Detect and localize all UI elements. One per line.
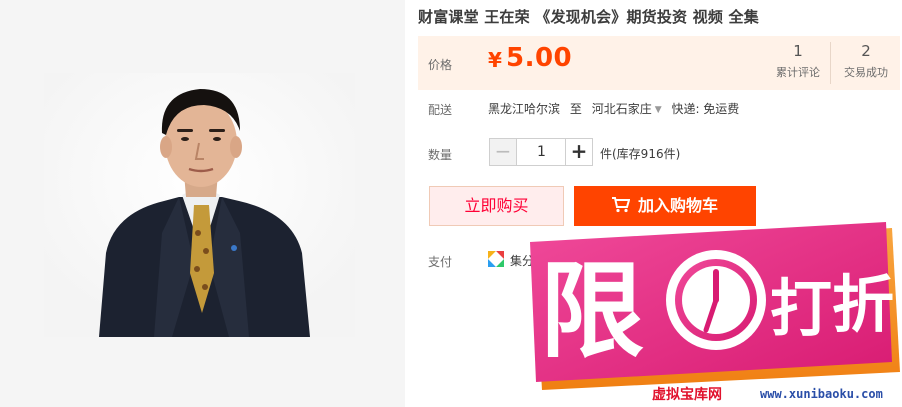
product-title: 财富课堂 王在荣 《发现机会》期货投资 视频 全集 (418, 8, 759, 26)
trades-label: 交易成功 (844, 66, 888, 79)
add-to-cart-label: 加入购物车 (637, 196, 718, 215)
promo-char-left: 限 (540, 250, 644, 372)
shipping-label: 配送 (428, 103, 453, 117)
promo-site-url: www.xunibaoku.com (760, 387, 883, 401)
shipping-info: 黑龙江哈尔滨 至 河北石家庄 ▼ 快递: 免运费 (488, 100, 745, 117)
trades-count: 2 (861, 42, 871, 60)
promo-char-right-1: 打 (770, 272, 832, 345)
price-panel: 价格 ¥ 5.00 1 累计评论 2 交易成功 (418, 36, 900, 90)
jifenbao-icon (488, 251, 504, 267)
trades-stat: 2 交易成功 (832, 42, 900, 84)
stock-info: 件(库存916件) (600, 147, 681, 161)
buy-now-button[interactable]: 立即购买 (429, 186, 564, 226)
quantity-label: 数量 (428, 148, 453, 162)
chevron-down-icon[interactable]: ▼ (655, 105, 662, 115)
ship-to-word: 至 (569, 102, 582, 116)
quantity-input[interactable]: 1 (517, 139, 566, 165)
ship-from: 黑龙江哈尔滨 (488, 102, 561, 116)
price-label: 价格 (428, 58, 453, 72)
ship-to-selector[interactable]: 河北石家庄 (592, 102, 652, 116)
price-value: 5.00 (506, 43, 573, 73)
payment-label: 支付 (428, 255, 453, 269)
ship-method: 快递: 免运费 (671, 102, 740, 116)
reviews-count: 1 (793, 42, 803, 60)
increase-quantity-button[interactable]: + (565, 139, 592, 165)
limited-discount-badge: 限 打 折 (530, 222, 900, 390)
reviews-stat[interactable]: 1 累计评论 (766, 42, 831, 84)
quantity-stepper: − 1 + (489, 138, 593, 166)
reviews-label: 累计评论 (776, 66, 820, 79)
promo-char-right-2: 折 (832, 268, 894, 341)
product-image[interactable] (44, 73, 355, 337)
add-to-cart-button[interactable]: 加入购物车 (574, 186, 756, 226)
currency-symbol: ¥ (488, 48, 502, 72)
cart-icon (611, 197, 631, 213)
promo-site-name: 虚拟宝库网 (652, 387, 722, 403)
decrease-quantity-button[interactable]: − (490, 139, 517, 165)
